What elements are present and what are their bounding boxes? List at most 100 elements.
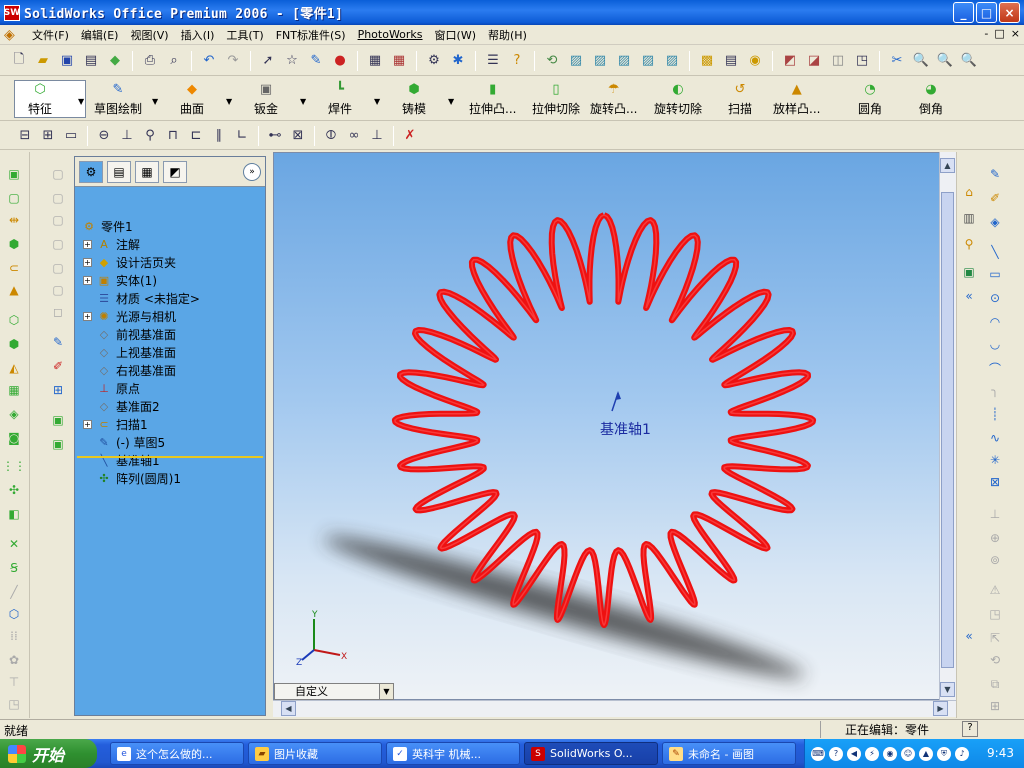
- relation-corner-icon[interactable]: ∟: [231, 125, 253, 147]
- left-loft-icon[interactable]: ▲: [4, 280, 24, 300]
- rectangle-tool-icon[interactable]: ▭: [985, 264, 1005, 284]
- part-icon-2[interactable]: ◪: [803, 50, 825, 72]
- maximize-button[interactable]: □: [976, 2, 997, 23]
- view-smart-dim-icon[interactable]: ✐: [48, 356, 68, 376]
- construction-geometry-icon[interactable]: ⊠: [985, 472, 1005, 492]
- weldment-button[interactable]: ┗ 焊件: [328, 81, 352, 117]
- task-library-icon[interactable]: ▥: [959, 208, 979, 228]
- properties-icon[interactable]: ☰: [482, 50, 504, 72]
- options-icon[interactable]: ✱: [447, 50, 469, 72]
- expand-icon[interactable]: +: [83, 257, 92, 267]
- render-icon-1[interactable]: ▨: [565, 50, 587, 72]
- left-stack-icon[interactable]: ◳: [4, 694, 24, 714]
- view-assembly-icon[interactable]: ▣: [48, 410, 68, 430]
- view-box-icon-5[interactable]: ▢: [48, 258, 68, 278]
- sketch-button[interactable]: ✎ 草图绘制: [94, 81, 142, 117]
- circle-tool-icon[interactable]: ⊙: [985, 288, 1005, 308]
- taskbar-item-solidworks[interactable]: S SolidWorks O...: [524, 742, 658, 765]
- render-icon-3[interactable]: ▨: [613, 50, 635, 72]
- sketch-fillet-icon[interactable]: ╮: [985, 380, 1005, 400]
- clock[interactable]: 9:43: [987, 746, 1014, 760]
- solidworks-app-icon[interactable]: SW: [4, 4, 20, 21]
- part-icon-1[interactable]: ◩: [779, 50, 801, 72]
- rotate-entities-icon[interactable]: ⟲: [985, 650, 1005, 670]
- expand-icon[interactable]: +: [83, 311, 92, 321]
- toolbox-icon-3[interactable]: ◉: [744, 50, 766, 72]
- new-icon[interactable]: 🗋: [8, 50, 30, 72]
- task-expand-icon[interactable]: «: [959, 626, 979, 646]
- select-filter-icon[interactable]: ☆: [281, 50, 303, 72]
- sheetmetal-button[interactable]: ▣ 钣金: [254, 81, 278, 117]
- chart-tray-icon[interactable]: ▲: [919, 746, 933, 761]
- macro-icon[interactable]: ⚙: [423, 50, 445, 72]
- view-relations-icon[interactable]: ⊞: [48, 380, 68, 400]
- sheetmetal-dropdown[interactable]: ▼: [300, 97, 306, 106]
- left-hexagon-icon[interactable]: ⬡: [4, 604, 24, 624]
- relation-coincident-icon[interactable]: ⊓: [162, 125, 184, 147]
- relation-perpendicular-icon[interactable]: ⊥: [116, 125, 138, 147]
- relation-horizontal-icon[interactable]: ⊟: [14, 125, 36, 147]
- taskbar-item-app[interactable]: ✓ 英科宇 机械...: [386, 742, 520, 765]
- mold-button[interactable]: ⬢ 铸模: [402, 81, 426, 117]
- surface-dropdown[interactable]: ▼: [226, 97, 232, 106]
- left-draft-icon[interactable]: ◈: [4, 404, 24, 424]
- line-tool-icon[interactable]: ╲: [985, 242, 1005, 262]
- tree-item[interactable]: + A 注解: [83, 235, 140, 253]
- left-sweep-icon[interactable]: ⊂: [4, 258, 24, 278]
- smart-dimension-icon[interactable]: ✐: [985, 188, 1005, 208]
- traffic-light-icon[interactable]: ●: [329, 50, 351, 72]
- chamfer-button[interactable]: ◕ 倒角: [919, 81, 943, 117]
- redo-icon[interactable]: ↷: [222, 50, 244, 72]
- fillet-button[interactable]: ◔ 圆角: [858, 81, 882, 117]
- volume-icon[interactable]: ♪: [955, 746, 969, 761]
- loft-button[interactable]: ▲ 放样凸...: [773, 81, 820, 117]
- tree-item[interactable]: ⊥ 原点: [96, 379, 140, 397]
- revolve-boss-button[interactable]: ☂ 旋转凸...: [590, 81, 637, 117]
- relation-link-icon[interactable]: ∞: [343, 125, 365, 147]
- tab-feature-tree[interactable]: ⚙: [79, 160, 103, 183]
- left-flower-icon[interactable]: ✿: [4, 650, 24, 670]
- brick-icon[interactable]: ▦: [388, 50, 410, 72]
- menu-window[interactable]: 窗口(W): [429, 27, 482, 43]
- left-mirror-icon[interactable]: ◧: [4, 504, 24, 524]
- menu-edit[interactable]: 编辑(E): [75, 27, 125, 43]
- three-point-arc-icon[interactable]: ⌒: [985, 358, 1005, 378]
- surface-button[interactable]: ◆ 曲面: [180, 81, 204, 117]
- relation-concentric-icon[interactable]: ⊷: [264, 125, 286, 147]
- task-search-icon[interactable]: ⚲: [959, 234, 979, 254]
- undo-icon[interactable]: ↶: [198, 50, 220, 72]
- relation-fix-icon[interactable]: ⊠: [287, 125, 309, 147]
- scroll-up-icon[interactable]: ▲: [940, 158, 955, 173]
- messenger-icon[interactable]: ☺: [901, 746, 915, 761]
- view-drawing-icon[interactable]: ▣: [48, 434, 68, 454]
- toolbox-icon-1[interactable]: ▩: [696, 50, 718, 72]
- render-icon-4[interactable]: ▨: [637, 50, 659, 72]
- print-icon[interactable]: ⎙: [139, 50, 161, 72]
- taskbar-item-browser[interactable]: e 这个怎么做的...: [110, 742, 244, 765]
- qq-icon[interactable]: ◉: [883, 746, 897, 761]
- task-collapse-icon[interactable]: «: [959, 286, 979, 306]
- extend-icon[interactable]: ⊕: [985, 528, 1005, 548]
- view-box-icon-2[interactable]: ▢: [48, 188, 68, 208]
- tab-appearance[interactable]: ◩: [163, 160, 187, 183]
- render-icon-5[interactable]: ▨: [661, 50, 683, 72]
- left-cut-icon[interactable]: ▢: [4, 188, 24, 208]
- left-extrude-icon[interactable]: ▣: [4, 164, 24, 184]
- view-box-icon-1[interactable]: ▢: [48, 164, 68, 184]
- relation-vertical-icon[interactable]: ⊞: [37, 125, 59, 147]
- scroll-right-icon[interactable]: ▶: [933, 701, 948, 716]
- tree-item[interactable]: ╲ 基准轴1: [96, 451, 160, 469]
- extrude-boss-button[interactable]: ▮ 拉伸凸...: [469, 81, 516, 117]
- trim-icon[interactable]: ⊥: [985, 504, 1005, 524]
- left-grid-icon[interactable]: ⁞⁞: [4, 626, 24, 646]
- scale-entities-icon[interactable]: ⊞: [985, 696, 1005, 716]
- taskbar-item-paint[interactable]: ✎ 未命名 - 画图: [662, 742, 796, 765]
- part-icon-4[interactable]: ◳: [851, 50, 873, 72]
- doc-minimize-button[interactable]: -: [984, 27, 988, 40]
- arrow-tray-icon[interactable]: ◀: [847, 746, 861, 761]
- render-icon-2[interactable]: ▨: [589, 50, 611, 72]
- tree-item[interactable]: ✣ 阵列(圆周)1: [96, 469, 181, 487]
- left-line-icon[interactable]: ╱: [4, 582, 24, 602]
- menu-view[interactable]: 视图(V): [124, 27, 174, 43]
- tangent-arc-icon[interactable]: ◡: [985, 334, 1005, 354]
